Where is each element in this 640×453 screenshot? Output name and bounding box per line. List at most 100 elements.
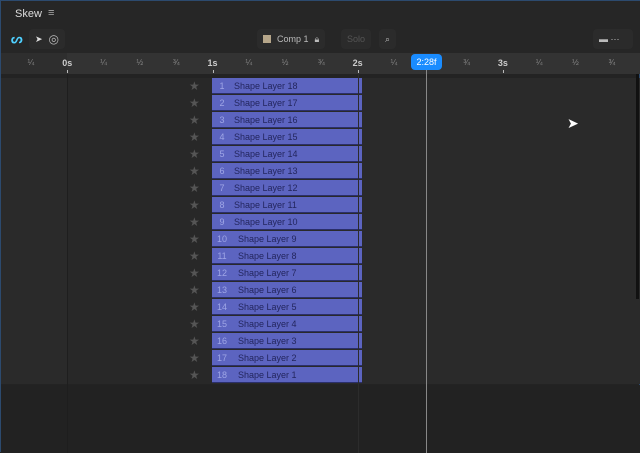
solo-button[interactable]: Solo bbox=[341, 29, 372, 49]
star-icon[interactable]: ★ bbox=[189, 249, 200, 263]
ruler-tick: ¼ bbox=[245, 58, 253, 67]
layer-bar[interactable]: 8 Shape Layer 11 bbox=[212, 197, 362, 213]
layer-list: ★ 1 Shape Layer 18 ★ 2 Shape Layer 17 ★ 3 Shape … bbox=[1, 78, 640, 384]
layer-name: Shape Layer 13 bbox=[234, 165, 298, 176]
layer-row[interactable]: ★ 11 Shape Layer 8 bbox=[1, 248, 640, 265]
layer-number: 10 bbox=[216, 233, 227, 244]
playhead-line[interactable] bbox=[426, 70, 427, 453]
comp-selector[interactable]: Comp 1 🔒︎ bbox=[257, 29, 326, 49]
layer-row[interactable]: ★ 12 Shape Layer 7 bbox=[1, 265, 640, 282]
layer-name: Shape Layer 15 bbox=[234, 131, 298, 142]
star-icon[interactable]: ★ bbox=[189, 232, 200, 246]
layer-number: 17 bbox=[216, 352, 227, 363]
layer-row[interactable]: ★ 9 Shape Layer 10 bbox=[1, 214, 640, 231]
layout-toggle-icon[interactable]: ▬ ⋯ bbox=[593, 29, 633, 49]
star-icon[interactable]: ★ bbox=[189, 368, 200, 382]
ruler-tick: ½ bbox=[572, 58, 579, 67]
star-icon[interactable]: ★ bbox=[189, 266, 200, 280]
star-icon[interactable]: ★ bbox=[189, 198, 200, 212]
layer-name: Shape Layer 2 bbox=[238, 352, 297, 363]
layer-row[interactable]: ★ 8 Shape Layer 11 bbox=[1, 197, 640, 214]
star-icon[interactable]: ★ bbox=[189, 164, 200, 178]
layer-name: Shape Layer 18 bbox=[234, 80, 298, 91]
layer-name: Shape Layer 4 bbox=[238, 318, 297, 329]
panel-title: Skew bbox=[15, 8, 42, 20]
layer-bar[interactable]: 6 Shape Layer 13 bbox=[212, 163, 362, 179]
layer-bar[interactable]: 15 Shape Layer 4 bbox=[212, 316, 362, 332]
star-icon[interactable]: ★ bbox=[189, 215, 200, 229]
ruler-tick: 3s bbox=[497, 58, 508, 73]
layer-row[interactable]: ★ 7 Shape Layer 12 bbox=[1, 180, 640, 197]
layer-row[interactable]: ★ 4 Shape Layer 15 bbox=[1, 129, 640, 146]
logo-icon[interactable]: ᔕ bbox=[5, 29, 29, 49]
layer-number: 6 bbox=[219, 165, 225, 176]
layer-bar[interactable]: 5 Shape Layer 14 bbox=[212, 146, 362, 162]
layer-bar[interactable]: 16 Shape Layer 3 bbox=[212, 333, 362, 349]
layer-bar[interactable]: 10 Shape Layer 9 bbox=[212, 231, 362, 247]
layer-row[interactable]: ★ 16 Shape Layer 3 bbox=[1, 333, 640, 350]
layer-row[interactable]: ★ 15 Shape Layer 4 bbox=[1, 316, 640, 333]
layer-number: 4 bbox=[219, 131, 225, 142]
star-icon[interactable]: ★ bbox=[189, 147, 200, 161]
layer-row[interactable]: ★ 1 Shape Layer 18 bbox=[1, 78, 640, 95]
ruler-tick: ¼ bbox=[390, 58, 398, 67]
star-icon[interactable]: ★ bbox=[189, 351, 200, 365]
playhead-time[interactable]: 2:28f bbox=[411, 54, 442, 70]
layer-row[interactable]: ★ 17 Shape Layer 2 bbox=[1, 350, 640, 367]
layer-bar[interactable]: 18 Shape Layer 1 bbox=[212, 367, 362, 383]
star-icon[interactable]: ★ bbox=[189, 317, 200, 331]
star-icon[interactable]: ★ bbox=[189, 334, 200, 348]
mouse-cursor-icon: ➤ bbox=[567, 115, 579, 131]
star-icon[interactable]: ★ bbox=[189, 96, 200, 110]
layer-number: 2 bbox=[219, 97, 225, 108]
layer-name: Shape Layer 12 bbox=[234, 182, 298, 193]
scrollbar[interactable] bbox=[636, 74, 639, 299]
layer-bar[interactable]: 14 Shape Layer 5 bbox=[212, 299, 362, 315]
lock-icon[interactable]: 🔒︎ bbox=[315, 34, 320, 45]
layer-row[interactable]: ★ 2 Shape Layer 17 bbox=[1, 95, 640, 112]
zoom-fit-icon[interactable]: ⌕ bbox=[379, 29, 397, 49]
star-icon[interactable]: ★ bbox=[189, 113, 200, 127]
hamburger-icon[interactable]: ≡ bbox=[48, 7, 54, 19]
layer-row[interactable]: ★ 3 Shape Layer 16 bbox=[1, 112, 640, 129]
layer-name: Shape Layer 1 bbox=[238, 369, 297, 380]
star-icon[interactable]: ★ bbox=[189, 283, 200, 297]
layer-bar[interactable]: 12 Shape Layer 7 bbox=[212, 265, 362, 281]
ruler-tick: ¼ bbox=[100, 58, 107, 67]
ruler-tick: 2s bbox=[352, 58, 363, 73]
layer-number: 5 bbox=[219, 148, 225, 159]
layer-row[interactable]: ★ 5 Shape Layer 14 bbox=[1, 146, 640, 163]
layer-bar[interactable]: 7 Shape Layer 12 bbox=[212, 180, 362, 196]
target-icon[interactable]: ◎ bbox=[49, 32, 59, 46]
pointer-icon: ➤ bbox=[35, 33, 43, 44]
layer-bar[interactable]: 9 Shape Layer 10 bbox=[212, 214, 362, 230]
layer-name: Shape Layer 5 bbox=[238, 301, 297, 312]
comp-label: Comp 1 bbox=[277, 34, 309, 44]
layer-number: 18 bbox=[216, 369, 227, 380]
ruler-tick: ½ bbox=[281, 58, 289, 67]
star-icon[interactable]: ★ bbox=[189, 130, 200, 144]
star-icon[interactable]: ★ bbox=[189, 300, 200, 314]
layer-number: 12 bbox=[216, 267, 227, 278]
layer-row[interactable]: ★ 13 Shape Layer 6 bbox=[1, 282, 640, 299]
time-ruler[interactable]: ¼ 0s ¼ ½ ¾ 1s ¼ ½ ¾ 2s ¼ ¾ 3s ¼ ½ ¾ bbox=[1, 53, 640, 74]
layer-number: 16 bbox=[216, 335, 227, 346]
star-icon[interactable]: ★ bbox=[189, 79, 200, 93]
layer-name: Shape Layer 16 bbox=[234, 114, 298, 125]
layer-name: Shape Layer 7 bbox=[238, 267, 297, 278]
ruler-tick: ¾ bbox=[463, 58, 470, 67]
layer-row[interactable]: ★ 10 Shape Layer 9 bbox=[1, 231, 640, 248]
layer-row[interactable]: ★ 6 Shape Layer 13 bbox=[1, 163, 640, 180]
layer-bar[interactable]: 17 Shape Layer 2 bbox=[212, 350, 362, 366]
layer-bar[interactable]: 13 Shape Layer 6 bbox=[212, 282, 362, 298]
star-icon[interactable]: ★ bbox=[189, 181, 200, 195]
layer-row[interactable]: ★ 14 Shape Layer 5 bbox=[1, 299, 640, 316]
layer-bar[interactable]: 11 Shape Layer 8 bbox=[212, 248, 362, 264]
layer-row[interactable]: ★ 18 Shape Layer 1 bbox=[1, 367, 640, 384]
layer-bar[interactable]: 2 Shape Layer 17 bbox=[212, 95, 362, 111]
layer-bar[interactable]: 1 Shape Layer 18 bbox=[212, 78, 362, 94]
ruler-tick: ¾ bbox=[172, 58, 180, 67]
layer-bar[interactable]: 3 Shape Layer 16 bbox=[212, 112, 362, 128]
layer-bar[interactable]: 4 Shape Layer 15 bbox=[212, 129, 362, 145]
select-tool[interactable]: ➤ ◎ bbox=[29, 29, 66, 49]
